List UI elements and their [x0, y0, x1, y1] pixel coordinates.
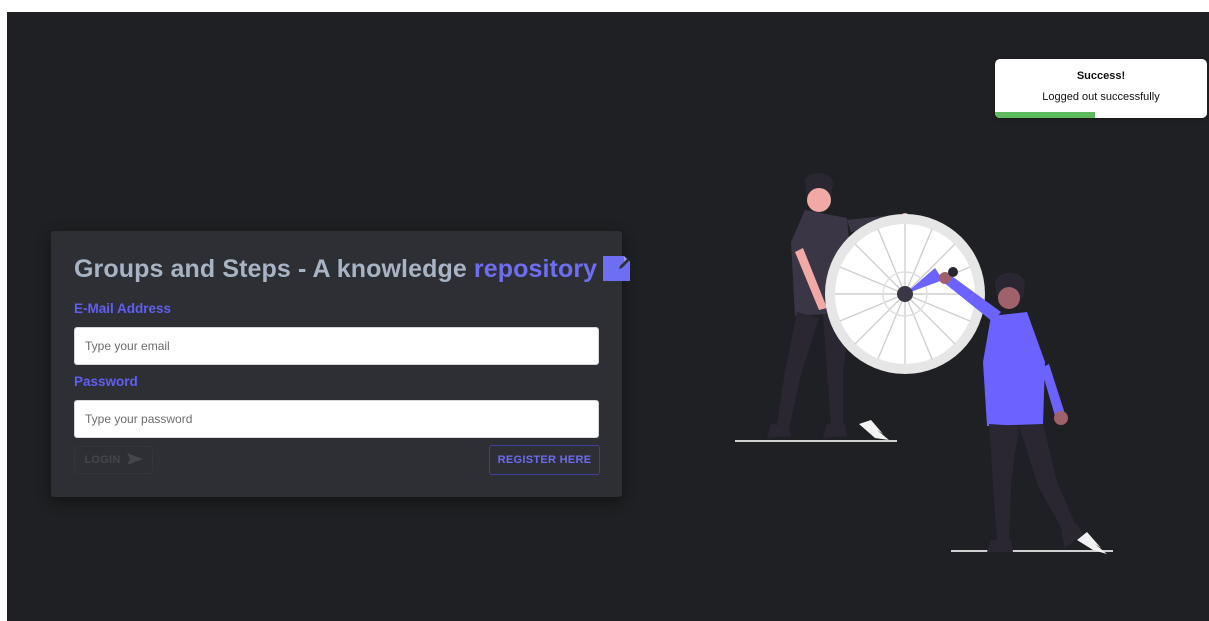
- success-toast[interactable]: Success! Logged out successfully: [995, 59, 1207, 118]
- register-button[interactable]: REGISTER HERE: [489, 445, 600, 475]
- email-input[interactable]: [74, 327, 599, 365]
- title-main-text: Groups and Steps - A knowledge: [74, 255, 474, 283]
- page-title: Groups and Steps - A knowledge repositor…: [74, 255, 631, 288]
- send-arrow-icon: [126, 452, 143, 468]
- title-accent-text: repository: [473, 255, 598, 283]
- toast-progress-track: [995, 112, 1207, 118]
- people-spinning-wheel-illustration: [735, 173, 1113, 554]
- email-label: E-Mail Address: [74, 301, 172, 316]
- password-input[interactable]: [74, 400, 599, 438]
- toast-progress-bar: [995, 112, 1095, 118]
- login-card: Groups and Steps - A knowledge repositor…: [51, 231, 631, 497]
- toast-message: Logged out successfully: [1042, 91, 1160, 103]
- login-button-label: LOGIN: [84, 454, 121, 466]
- password-label: Password: [74, 374, 138, 389]
- note-icon: [603, 256, 631, 288]
- toast-title: Success!: [1076, 70, 1126, 82]
- login-button[interactable]: LOGIN: [74, 446, 153, 474]
- app-background: Groups and Steps - A knowledge repositor…: [7, 12, 1209, 621]
